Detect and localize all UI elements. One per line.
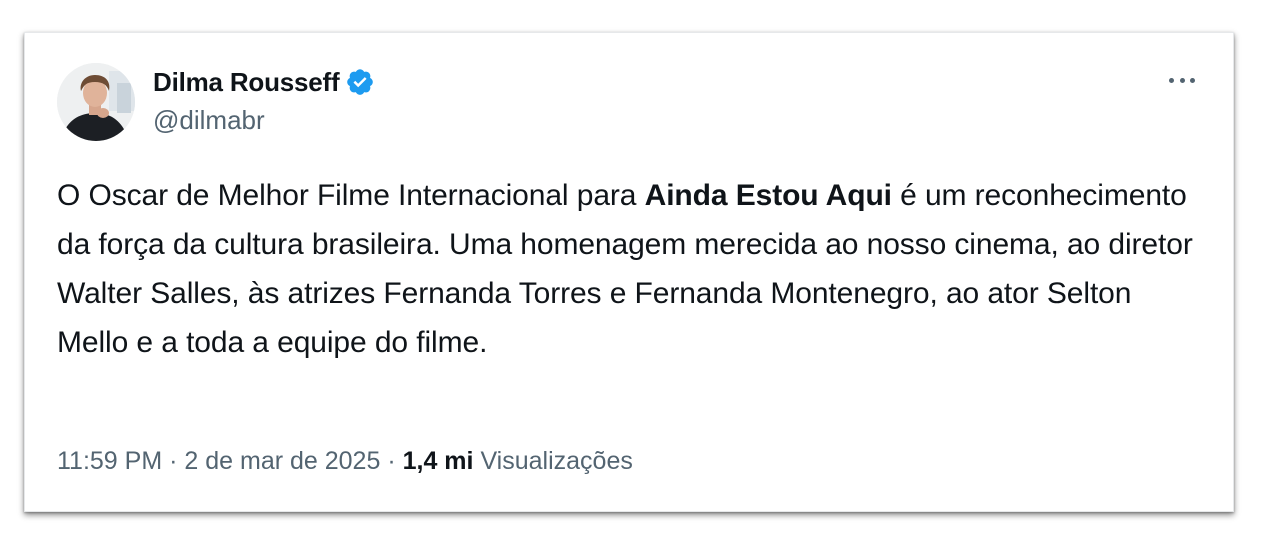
tweet-date[interactable]: 2 de mar de 2025 (184, 447, 380, 475)
meta-separator: · (169, 447, 178, 475)
more-horizontal-icon-dot (1179, 77, 1185, 83)
views-count: 1,4 mi (402, 447, 474, 475)
avatar[interactable] (57, 63, 135, 141)
more-horizontal-icon-dot (1190, 77, 1195, 83)
more-options-button[interactable] (1169, 65, 1195, 95)
author-name-row: Dilma Rousseff (153, 65, 375, 99)
tweet-text-intro: O Oscar de Melhor Filme Internacional pa… (57, 179, 645, 212)
avatar-photo (57, 63, 135, 141)
tweet-meta: 11:59 PM · 2 de mar de 2025 · 1,4 mi Vis… (57, 447, 633, 476)
tweet-text: O Oscar de Melhor Filme Internacional pa… (57, 171, 1207, 367)
meta-separator: · (387, 447, 396, 475)
tweet-card: Dilma Rousseff @dilmabr O Oscar de Melho… (24, 32, 1234, 512)
author-handle[interactable]: @dilmabr (153, 105, 265, 136)
tweet-time[interactable]: 11:59 PM (57, 447, 162, 475)
tweet-text-film-title: Ainda Estou Aqui (644, 179, 892, 212)
more-horizontal-icon-dot (1169, 77, 1174, 83)
author-name[interactable]: Dilma Rousseff (153, 67, 340, 98)
views-label[interactable]: Visualizações (480, 447, 632, 475)
verified-badge-icon (345, 67, 375, 97)
